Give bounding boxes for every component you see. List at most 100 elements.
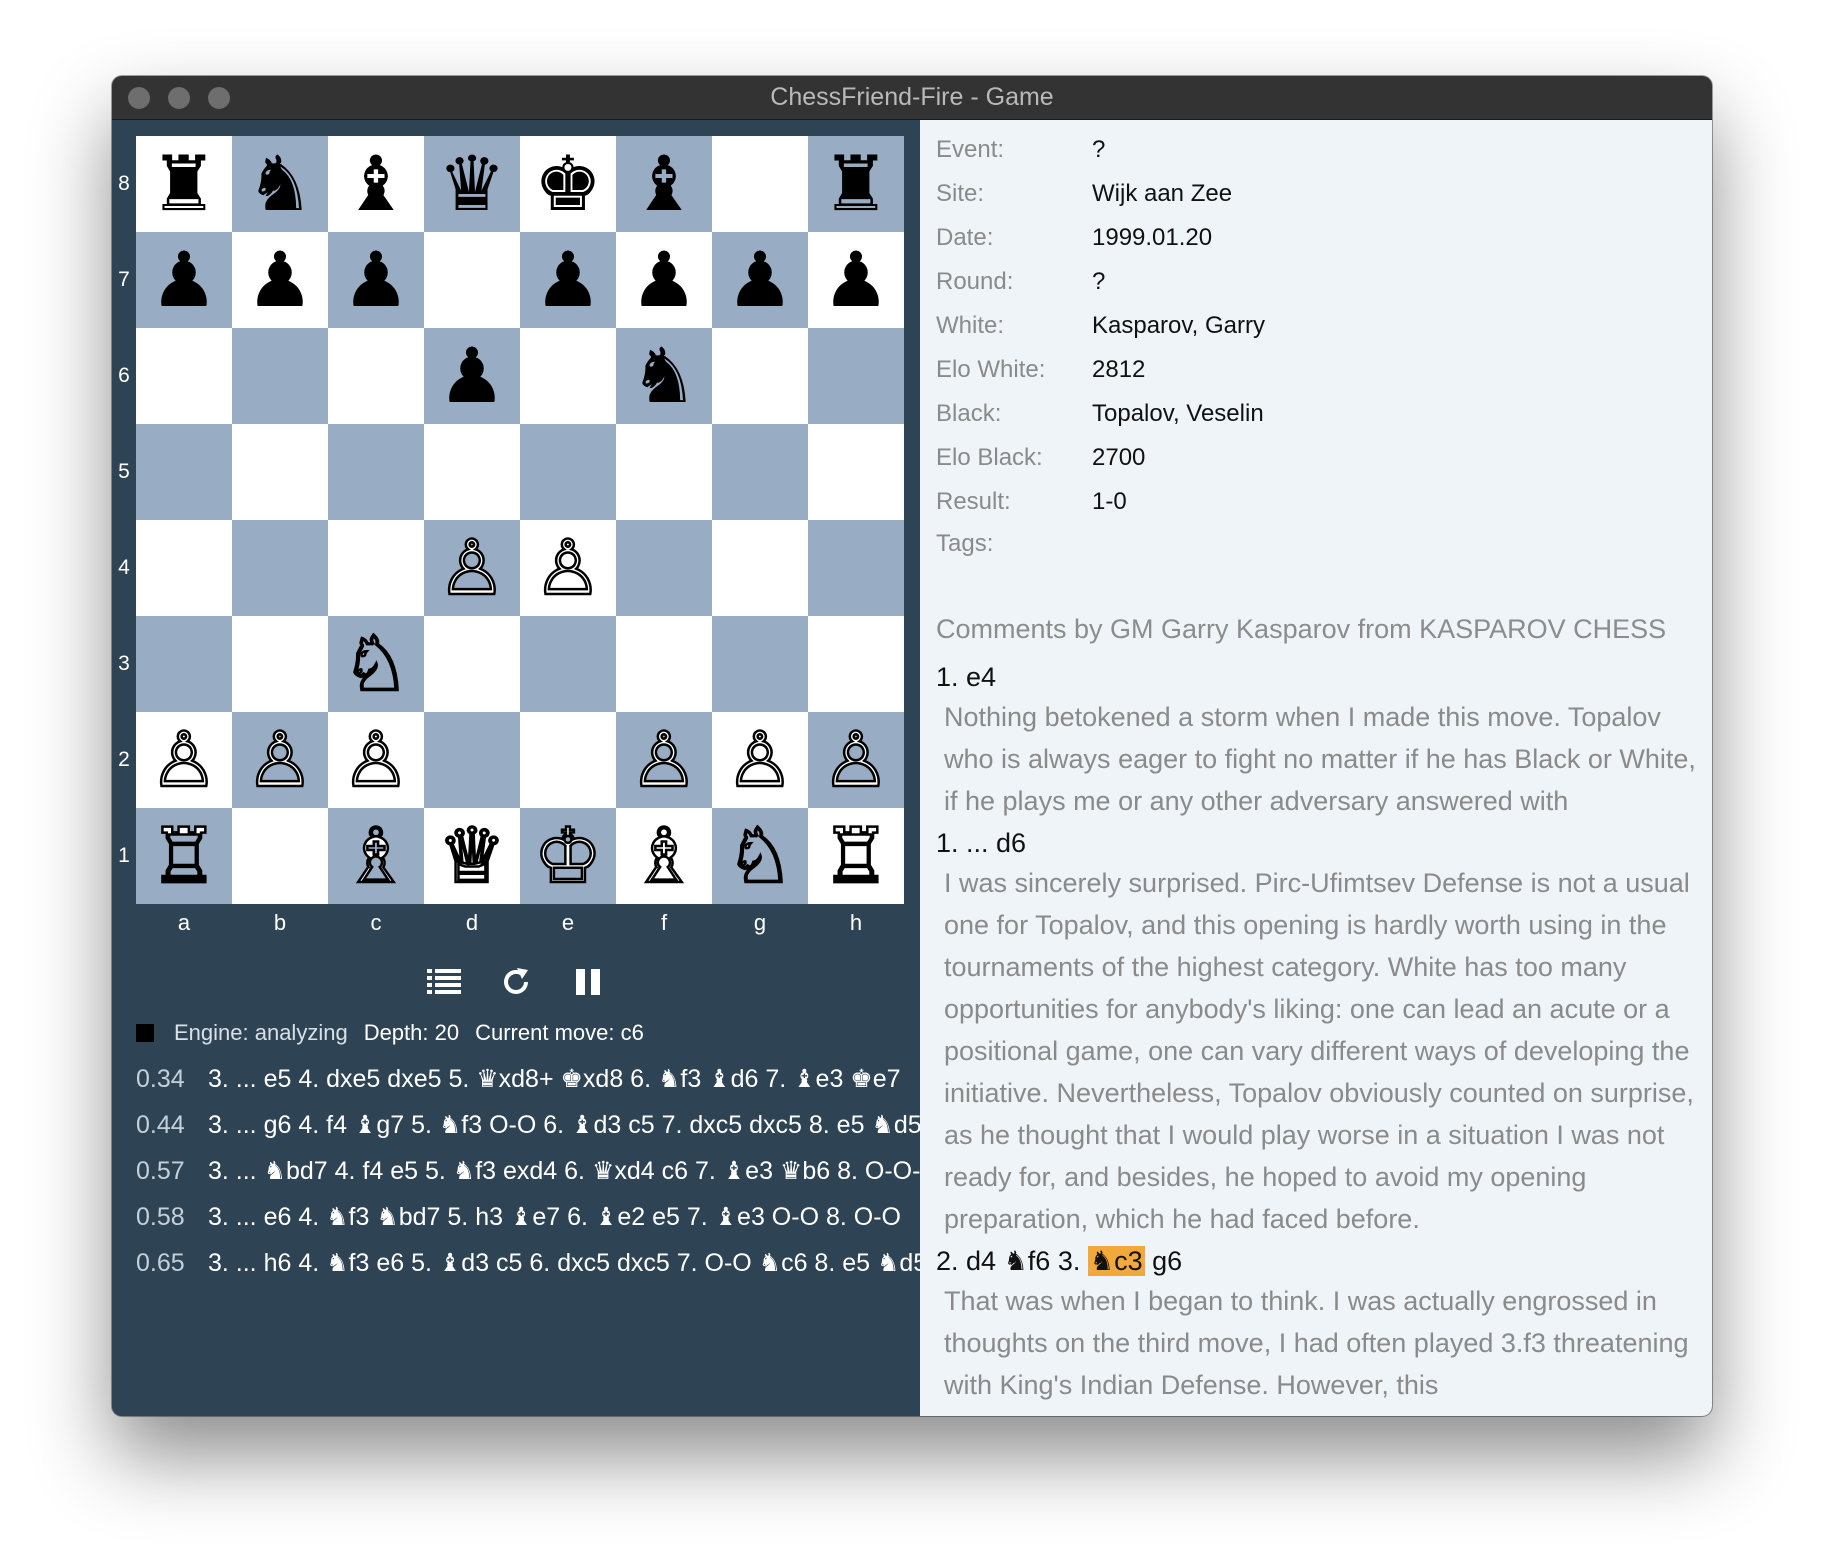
square-h5[interactable] bbox=[808, 424, 904, 520]
square-d3[interactable] bbox=[424, 616, 520, 712]
chess-piece-icon[interactable]: ♖ bbox=[149, 816, 220, 895]
square-f6[interactable]: ♞ bbox=[616, 328, 712, 424]
square-h8[interactable]: ♜ bbox=[808, 136, 904, 232]
square-c6[interactable] bbox=[328, 328, 424, 424]
square-b3[interactable] bbox=[232, 616, 328, 712]
square-e1[interactable]: ♔ bbox=[520, 808, 616, 904]
chess-piece-icon[interactable]: ♟ bbox=[246, 242, 314, 318]
square-d2[interactable] bbox=[424, 712, 520, 808]
square-f2[interactable]: ♙ bbox=[616, 712, 712, 808]
square-e5[interactable] bbox=[520, 424, 616, 520]
chess-piece-icon[interactable]: ♔ bbox=[533, 816, 604, 895]
square-g7[interactable]: ♟ bbox=[712, 232, 808, 328]
square-h4[interactable] bbox=[808, 520, 904, 616]
engine-line[interactable]: 0.34 3. ... e5 4. dxe5 dxe5 5. ♛xd8+ ♚xd8… bbox=[136, 1056, 920, 1102]
square-g1[interactable]: ♘ bbox=[712, 808, 808, 904]
square-d8[interactable]: ♛ bbox=[424, 136, 520, 232]
engine-line[interactable]: 0.58 3. ... e6 4. ♞f3 ♞bd7 5. h3 ♝e7 6. ♝… bbox=[136, 1194, 920, 1240]
square-e7[interactable]: ♟ bbox=[520, 232, 616, 328]
engine-line[interactable]: 0.65 3. ... h6 4. ♞f3 e6 5. ♝d3 c5 6. dxc… bbox=[136, 1240, 920, 1286]
chess-piece-icon[interactable]: ♘ bbox=[725, 816, 796, 895]
square-c4[interactable] bbox=[328, 520, 424, 616]
chess-piece-icon[interactable]: ♟ bbox=[438, 338, 506, 414]
chess-piece-icon[interactable]: ♞ bbox=[246, 146, 314, 222]
chess-piece-icon[interactable]: ♙ bbox=[725, 720, 796, 799]
move[interactable]: g6 bbox=[1152, 1246, 1182, 1276]
square-c5[interactable] bbox=[328, 424, 424, 520]
square-h6[interactable] bbox=[808, 328, 904, 424]
square-f8[interactable]: ♝ bbox=[616, 136, 712, 232]
square-f5[interactable] bbox=[616, 424, 712, 520]
move[interactable]: ♞f6 bbox=[1004, 1246, 1051, 1276]
square-a3[interactable] bbox=[136, 616, 232, 712]
chess-piece-icon[interactable]: ♙ bbox=[341, 720, 412, 799]
square-g8[interactable] bbox=[712, 136, 808, 232]
chess-piece-icon[interactable]: ♜ bbox=[822, 146, 890, 222]
square-f7[interactable]: ♟ bbox=[616, 232, 712, 328]
square-b2[interactable]: ♙ bbox=[232, 712, 328, 808]
square-h3[interactable] bbox=[808, 616, 904, 712]
square-a4[interactable] bbox=[136, 520, 232, 616]
square-f3[interactable] bbox=[616, 616, 712, 712]
chess-piece-icon[interactable]: ♟ bbox=[726, 242, 794, 318]
move[interactable]: 1. ... d6 bbox=[936, 828, 1026, 858]
chess-board[interactable]: ♜ ♞ ♝ ♛ ♚ ♝ ♜ ♟ ♟ ♟ ♟ ♟ ♟ ♟ ♟ ♞ ♙ ♙ ♘ ♙ ♙ ♙ ♙ ♙ ♙ ♖ ♗ ♕ ♔ ♗ ♘ ♖ bbox=[136, 136, 904, 904]
square-e3[interactable] bbox=[520, 616, 616, 712]
square-c3[interactable]: ♘ bbox=[328, 616, 424, 712]
square-g5[interactable] bbox=[712, 424, 808, 520]
square-d4[interactable]: ♙ bbox=[424, 520, 520, 616]
chess-piece-icon[interactable]: ♟ bbox=[534, 242, 602, 318]
square-e8[interactable]: ♚ bbox=[520, 136, 616, 232]
square-b1[interactable] bbox=[232, 808, 328, 904]
square-b8[interactable]: ♞ bbox=[232, 136, 328, 232]
square-h2[interactable]: ♙ bbox=[808, 712, 904, 808]
square-g4[interactable] bbox=[712, 520, 808, 616]
chess-piece-icon[interactable]: ♗ bbox=[341, 816, 412, 895]
square-d6[interactable]: ♟ bbox=[424, 328, 520, 424]
square-b6[interactable] bbox=[232, 328, 328, 424]
chess-piece-icon[interactable]: ♛ bbox=[438, 146, 506, 222]
chess-piece-icon[interactable]: ♞ bbox=[630, 338, 698, 414]
square-f4[interactable] bbox=[616, 520, 712, 616]
square-e2[interactable] bbox=[520, 712, 616, 808]
chess-piece-icon[interactable]: ♜ bbox=[150, 146, 218, 222]
square-b4[interactable] bbox=[232, 520, 328, 616]
chess-piece-icon[interactable]: ♟ bbox=[150, 242, 218, 318]
chess-piece-icon[interactable]: ♖ bbox=[821, 816, 892, 895]
chess-piece-icon[interactable]: ♟ bbox=[822, 242, 890, 318]
chess-piece-icon[interactable]: ♗ bbox=[629, 816, 700, 895]
square-a6[interactable] bbox=[136, 328, 232, 424]
chess-piece-icon[interactable]: ♙ bbox=[629, 720, 700, 799]
chess-piece-icon[interactable]: ♙ bbox=[821, 720, 892, 799]
chess-piece-icon[interactable]: ♟ bbox=[342, 242, 410, 318]
chess-piece-icon[interactable]: ♙ bbox=[149, 720, 220, 799]
square-c2[interactable]: ♙ bbox=[328, 712, 424, 808]
engine-line[interactable]: 0.44 3. ... g6 4. f4 ♝g7 5. ♞f3 O-O 6. ♝d… bbox=[136, 1102, 920, 1148]
restart-button[interactable] bbox=[494, 960, 538, 1004]
square-f1[interactable]: ♗ bbox=[616, 808, 712, 904]
chess-piece-icon[interactable]: ♘ bbox=[341, 624, 412, 703]
square-a8[interactable]: ♜ bbox=[136, 136, 232, 232]
current-move-highlight[interactable]: ♞c3 bbox=[1087, 1246, 1145, 1276]
square-d5[interactable] bbox=[424, 424, 520, 520]
square-b5[interactable] bbox=[232, 424, 328, 520]
square-h7[interactable]: ♟ bbox=[808, 232, 904, 328]
square-a7[interactable]: ♟ bbox=[136, 232, 232, 328]
square-c1[interactable]: ♗ bbox=[328, 808, 424, 904]
square-a1[interactable]: ♖ bbox=[136, 808, 232, 904]
square-c7[interactable]: ♟ bbox=[328, 232, 424, 328]
square-g6[interactable] bbox=[712, 328, 808, 424]
engine-line[interactable]: 0.57 3. ... ♞bd7 4. f4 e5 5. ♞f3 exd4 6. … bbox=[136, 1148, 920, 1194]
chess-piece-icon[interactable]: ♚ bbox=[534, 146, 602, 222]
chess-piece-icon[interactable]: ♙ bbox=[245, 720, 316, 799]
move[interactable]: 2. d4 bbox=[936, 1246, 996, 1276]
chess-piece-icon[interactable]: ♟ bbox=[630, 242, 698, 318]
chess-piece-icon[interactable]: ♝ bbox=[630, 146, 698, 222]
chess-piece-icon[interactable]: ♙ bbox=[533, 528, 604, 607]
square-a5[interactable] bbox=[136, 424, 232, 520]
square-g2[interactable]: ♙ bbox=[712, 712, 808, 808]
square-e4[interactable]: ♙ bbox=[520, 520, 616, 616]
move[interactable]: 1. e4 bbox=[936, 662, 996, 692]
square-d1[interactable]: ♕ bbox=[424, 808, 520, 904]
square-b7[interactable]: ♟ bbox=[232, 232, 328, 328]
